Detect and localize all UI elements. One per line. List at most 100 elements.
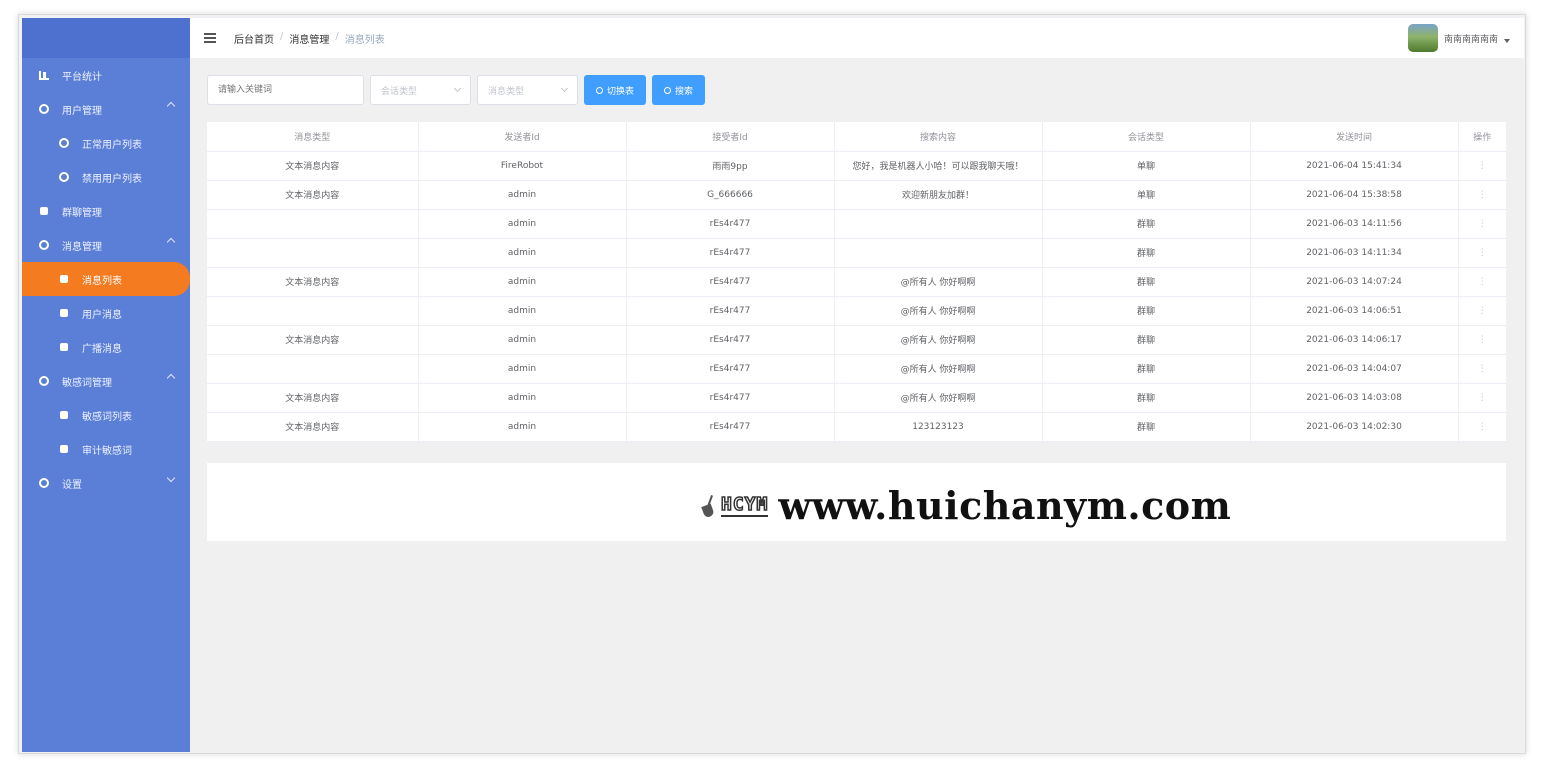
chevron-down-icon: [166, 473, 176, 483]
row-actions-button[interactable]: ⋮: [1458, 180, 1506, 210]
table-cell: 2021-06-03 14:06:51: [1250, 296, 1459, 326]
message-type-placeholder: 消息类型: [488, 86, 525, 97]
row-actions-button[interactable]: ⋮: [1458, 151, 1506, 181]
table-cell: rEs4r477: [626, 354, 835, 384]
row-actions-button[interactable]: ⋮: [1458, 412, 1506, 442]
table-row: admin rEs4r477 群聊 2021-06-03 14:11:34 ⋮: [207, 238, 1506, 268]
message-type-select[interactable]: 消息类型: [477, 75, 578, 105]
column-header: 发送时间: [1250, 122, 1459, 152]
table-cell: FireRobot: [418, 151, 627, 181]
table-cell: 群聊: [1042, 354, 1251, 384]
user-menu[interactable]: 南南南南南南: [1407, 24, 1510, 52]
breadcrumb-separator: /: [335, 30, 339, 42]
row-actions-button[interactable]: ⋮: [1458, 325, 1506, 355]
sidebar-item-label: 广播消息: [82, 343, 122, 355]
table-row: admin rEs4r477 群聊 2021-06-03 14:11:56 ⋮: [207, 209, 1506, 239]
table-cell: [207, 296, 419, 326]
message-icon: [58, 273, 70, 285]
circle-icon: [38, 477, 50, 489]
table-cell: rEs4r477: [626, 296, 835, 326]
table-cell: @所有人 你好啊啊: [834, 383, 1043, 413]
table-row: 文本消息内容 admin rEs4r477 @所有人 你好啊啊 群聊 2021-06-03…: [207, 267, 1506, 297]
message-icon: [58, 307, 70, 319]
breadcrumb: 后台首页 / 消息管理 / 消息列表: [234, 31, 385, 46]
circle-icon: [58, 137, 70, 149]
sidebar-item[interactable]: 消息管理: [22, 228, 190, 262]
row-actions-button[interactable]: ⋮: [1458, 267, 1506, 297]
circle-icon: [38, 375, 50, 387]
breadcrumb-current: 消息列表: [344, 34, 385, 46]
chevron-up-icon: [166, 237, 176, 247]
search-button[interactable]: 搜索: [652, 75, 706, 105]
avatar[interactable]: [1407, 24, 1438, 52]
sidebar-item-label: 用户管理: [62, 105, 102, 117]
table-cell: admin: [418, 383, 627, 413]
sidebar-item[interactable]: 设置: [22, 466, 190, 500]
sidebar-item[interactable]: 禁用用户列表: [22, 160, 190, 194]
switch-table-button[interactable]: 切换表: [584, 75, 647, 105]
circle-icon: [38, 103, 50, 115]
sidebar-item[interactable]: 群聊管理: [22, 194, 190, 228]
session-type-placeholder: 会话类型: [381, 86, 418, 97]
row-actions-button[interactable]: ⋮: [1458, 296, 1506, 326]
sidebar-item[interactable]: 用户管理: [22, 92, 190, 126]
sidebar-item[interactable]: 广播消息: [22, 330, 190, 364]
message-icon: [58, 341, 70, 353]
table-cell: 群聊: [1042, 325, 1251, 355]
watermark-url: www.huichanym.com: [778, 483, 1232, 528]
message-icon: [58, 409, 70, 421]
table-cell: 欢迎新朋友加群！: [834, 180, 1043, 210]
sidebar-item[interactable]: 用户消息: [22, 296, 190, 330]
table-cell: rEs4r477: [626, 267, 835, 297]
row-actions-button[interactable]: ⋮: [1458, 383, 1506, 413]
table-cell: 2021-06-03 14:03:08: [1250, 383, 1459, 413]
chevron-down-icon: [453, 84, 462, 93]
row-actions-button[interactable]: ⋮: [1458, 354, 1506, 384]
sidebar-item[interactable]: 消息列表: [22, 262, 190, 296]
table-row: 文本消息内容 admin G_666666 欢迎新朋友加群！ 单聊 2021-06-04 …: [207, 180, 1506, 210]
table-cell: @所有人 你好啊啊: [834, 296, 1043, 326]
sidebar-item[interactable]: 审计敏感词: [22, 432, 190, 466]
breadcrumb-message-management[interactable]: 消息管理: [289, 31, 329, 46]
table-cell: 文本消息内容: [207, 325, 419, 355]
app-window: 平台统计 用户管理 正常用户列表 禁用用户列表 群聊管理 消息管理 消息列表 用户消息 广播消息…: [18, 14, 1526, 754]
row-actions-button[interactable]: ⋮: [1458, 209, 1506, 239]
sidebar-item[interactable]: 平台统计: [22, 58, 190, 92]
watermark: HCYM www.huichanym.com: [701, 483, 1231, 528]
table-header-row: 消息类型 发送者Id 接受者Id 搜索内容 会话类型 发送时间 操作: [207, 122, 1506, 152]
table-cell: 群聊: [1042, 238, 1251, 268]
row-actions-button[interactable]: ⋮: [1458, 238, 1506, 268]
keyword-input[interactable]: [207, 75, 364, 105]
sidebar-menu: 平台统计用户管理正常用户列表 禁用用户列表群聊管理消息管理 消息列表用户消息广播消息…: [22, 58, 190, 500]
bar-chart-icon: [38, 69, 50, 81]
table-row: 文本消息内容 FireRobot 雨雨9pp 您好，我是机器人小哈！可以跟我聊天哦！单…: [207, 151, 1506, 181]
chevron-down-icon: [560, 84, 569, 93]
sidebar-item[interactable]: 敏感词管理: [22, 364, 190, 398]
table-row: 文本消息内容 admin rEs4r477 @所有人 你好啊啊 群聊 2021-06-03…: [207, 325, 1506, 355]
switch-table-label: 切换表: [607, 85, 635, 96]
table-cell: rEs4r477: [626, 383, 835, 413]
message-table: 消息类型 发送者Id 接受者Id 搜索内容 会话类型 发送时间 操作 文本消息内容 FireR…: [207, 122, 1506, 442]
breadcrumb-home[interactable]: 后台首页: [234, 31, 274, 46]
watermark-logo: HCYM: [701, 493, 769, 517]
sidebar-item-label: 平台统计: [62, 71, 102, 83]
sidebar-item[interactable]: 正常用户列表: [22, 126, 190, 160]
sidebar-item-label: 群聊管理: [62, 207, 102, 219]
table-cell: 群聊: [1042, 209, 1251, 239]
table-cell: 群聊: [1042, 267, 1251, 297]
username[interactable]: 南南南南南南: [1444, 32, 1498, 45]
table-cell: 2021-06-03 14:11:34: [1250, 238, 1459, 268]
shovel-icon: [701, 495, 717, 517]
table-cell: 单聊: [1042, 151, 1251, 181]
table-cell: [207, 354, 419, 384]
search-label: 搜索: [675, 85, 694, 96]
table-cell: 文本消息内容: [207, 383, 419, 413]
column-header: 消息类型: [207, 122, 419, 152]
search-icon: [664, 86, 672, 94]
menu-toggle-icon[interactable]: [204, 33, 216, 43]
sidebar-item[interactable]: 敏感词列表: [22, 398, 190, 432]
table-cell: admin: [418, 209, 627, 239]
chevron-down-icon[interactable]: [1504, 39, 1510, 43]
session-type-select[interactable]: 会话类型: [370, 75, 471, 105]
sidebar-item-label: 用户消息: [82, 309, 122, 321]
